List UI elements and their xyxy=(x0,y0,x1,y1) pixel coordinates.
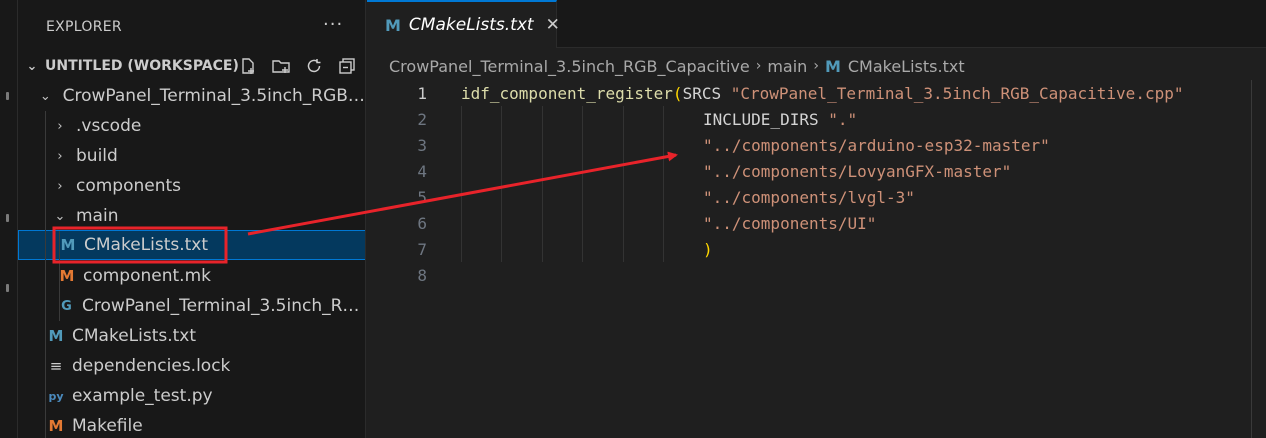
scrollbar-track[interactable] xyxy=(1251,80,1252,438)
tree-item-label: main xyxy=(76,206,119,226)
code-paren: ( xyxy=(672,84,683,103)
code-line: idf_component_register(SRCS "CrowPanel_T… xyxy=(461,81,1183,107)
tree-item-label: CrowPanel_Terminal_3.5inch_RGB_Ca... xyxy=(62,86,366,106)
chevron-down-icon: ⌄ xyxy=(54,208,66,224)
refresh-icon[interactable] xyxy=(304,56,324,76)
breadcrumb-folder[interactable]: main xyxy=(767,57,807,76)
code-line: ) xyxy=(703,237,713,263)
line-number: 6 xyxy=(417,214,427,233)
code-string: "../components/UI" xyxy=(703,214,877,233)
editor-area: M CMakeLists.txt ✕ CrowPanel_Terminal_3.… xyxy=(367,0,1266,438)
chevron-down-icon: ⌄ xyxy=(39,88,51,104)
explorer-title: EXPLORER xyxy=(46,19,122,35)
makefile-icon: M xyxy=(59,267,75,285)
tree-item-label: example_test.py xyxy=(72,386,213,406)
indent-guide xyxy=(501,106,502,262)
python-file-icon: py xyxy=(48,389,64,403)
lines-file-icon: ≡ xyxy=(49,357,63,375)
more-actions-icon[interactable]: ··· xyxy=(323,14,343,35)
code-line: "../components/LovyanGFX-master" xyxy=(703,159,1011,185)
code-line: INCLUDE_DIRS "." xyxy=(703,107,857,133)
tab-bar: M CMakeLists.txt ✕ xyxy=(367,0,1266,48)
tree-item-label: build xyxy=(76,146,118,166)
tree-folder-vscode[interactable]: › .vscode xyxy=(18,111,365,141)
activity-indicator xyxy=(6,214,9,222)
code-string: "CrowPanel_Terminal_3.5inch_RGB_Capaciti… xyxy=(730,84,1184,103)
tree-folder-main[interactable]: ⌄ main xyxy=(18,201,365,231)
tree-item-label: CMakeLists.txt xyxy=(72,326,197,346)
breadcrumb-file[interactable]: CMakeLists.txt xyxy=(848,57,965,76)
line-number: 5 xyxy=(417,188,427,207)
indent-guide xyxy=(663,106,664,262)
workspace-header[interactable]: ⌄ UNTITLED (WORKSPACE) xyxy=(18,51,365,81)
code-string: "../components/arduino-esp32-master" xyxy=(703,136,1050,155)
tree-file-main-cmakelists[interactable]: M CMakeLists.txt xyxy=(18,230,365,260)
tree-file-component-mk[interactable]: M component.mk xyxy=(18,261,365,291)
workspace-label: UNTITLED (WORKSPACE) xyxy=(45,58,239,74)
indent-guide xyxy=(582,106,583,262)
chevron-right-icon: › xyxy=(57,178,63,194)
chevron-right-icon: › xyxy=(813,58,819,74)
cpp-file-icon: G xyxy=(61,298,72,314)
code-string: "../components/LovyanGFX-master" xyxy=(703,162,1012,181)
line-number: 8 xyxy=(417,266,427,285)
close-icon[interactable]: ✕ xyxy=(546,15,560,35)
cmake-file-icon: M xyxy=(385,15,401,35)
cmake-file-icon: M xyxy=(48,327,64,345)
chevron-down-icon: ⌄ xyxy=(26,58,38,74)
indent-guide xyxy=(542,106,543,262)
cmake-file-icon: M xyxy=(824,56,841,76)
breadcrumb-folder[interactable]: CrowPanel_Terminal_3.5inch_RGB_Capacitiv… xyxy=(389,57,750,76)
code-line: "../components/lvgl-3" xyxy=(703,185,915,211)
tree-file-example-test[interactable]: py example_test.py xyxy=(18,381,365,411)
code-keyword: INCLUDE_DIRS xyxy=(703,110,829,129)
line-number: 1 xyxy=(417,84,427,103)
collapse-all-icon[interactable] xyxy=(337,56,357,76)
chevron-right-icon: › xyxy=(755,58,762,74)
tab-label: CMakeLists.txt xyxy=(408,15,534,35)
line-number: 3 xyxy=(417,136,427,155)
tree-item-label: components xyxy=(76,176,182,196)
line-number: 7 xyxy=(417,240,427,259)
tree-folder-components[interactable]: › components xyxy=(18,171,365,201)
code-paren: ) xyxy=(703,240,713,259)
tree-indent-guide xyxy=(45,111,46,438)
code-string: "." xyxy=(828,110,858,129)
code-keyword: SRCS xyxy=(682,84,731,103)
activity-indicator xyxy=(6,284,9,292)
new-file-icon[interactable] xyxy=(238,56,258,76)
tab-cmakelists[interactable]: M CMakeLists.txt ✕ xyxy=(367,0,560,48)
makefile-icon: M xyxy=(48,417,64,435)
indent-guide xyxy=(623,106,624,262)
activity-bar xyxy=(0,0,18,438)
cmake-file-icon: M xyxy=(60,236,76,254)
code-line: "../components/UI" xyxy=(703,211,876,237)
tree-item-label: CMakeLists.txt xyxy=(84,235,209,255)
chevron-right-icon: › xyxy=(57,118,63,134)
breadcrumb: CrowPanel_Terminal_3.5inch_RGB_Capacitiv… xyxy=(389,56,965,76)
activity-indicator xyxy=(6,92,9,100)
code-function: idf_component_register xyxy=(461,84,673,103)
line-number: 2 xyxy=(417,110,427,129)
tree-folder-project[interactable]: ⌄ CrowPanel_Terminal_3.5inch_RGB_Ca... xyxy=(18,81,366,111)
tree-folder-build[interactable]: › build xyxy=(18,141,365,171)
tree-item-label: CrowPanel_Terminal_3.5inch_RGB... xyxy=(81,296,366,316)
indent-guide xyxy=(461,106,462,262)
tree-file-root-cmakelists[interactable]: M CMakeLists.txt xyxy=(18,321,365,351)
line-number: 4 xyxy=(417,162,427,181)
tree-file-cpp[interactable]: G CrowPanel_Terminal_3.5inch_RGB... xyxy=(18,291,366,321)
tree-item-label: Makefile xyxy=(72,416,143,436)
code-editor[interactable]: 1 2 3 4 5 6 7 8 idf_component_register(S… xyxy=(367,80,1266,438)
new-folder-icon[interactable] xyxy=(271,56,291,76)
tree-item-label: .vscode xyxy=(76,116,142,136)
code-string: "../components/lvgl-3" xyxy=(703,188,915,207)
chevron-right-icon: › xyxy=(57,148,63,164)
tree-item-label: dependencies.lock xyxy=(72,356,231,376)
tree-file-makefile[interactable]: M Makefile xyxy=(18,411,365,438)
explorer-sidebar: EXPLORER ··· ⌄ UNTITLED (WORKSPACE) ⌄ Cr… xyxy=(18,0,366,438)
tree-indent-guide xyxy=(59,231,60,321)
code-line: "../components/arduino-esp32-master" xyxy=(703,133,1050,159)
tree-file-dependencies-lock[interactable]: ≡ dependencies.lock xyxy=(18,351,365,381)
tree-item-label: component.mk xyxy=(83,266,211,286)
